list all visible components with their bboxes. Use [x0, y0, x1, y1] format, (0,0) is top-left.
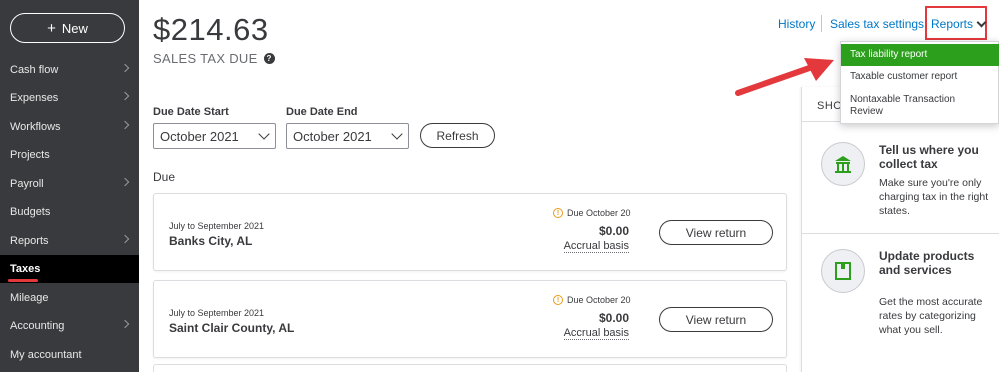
agency-name: Banks City, AL [169, 234, 253, 248]
period-text: July to September 2021 [169, 221, 265, 231]
menu-item-nontaxable-transaction-review[interactable]: Nontaxable Transaction Review [841, 94, 961, 118]
tax-return-card: July to September 2021 Banks City, AL ! … [153, 193, 787, 271]
new-button-label: New [61, 20, 88, 36]
chevron-right-icon [120, 63, 130, 73]
due-date-text: Due October 20 [567, 295, 631, 305]
tip-title[interactable]: Update products and services [879, 249, 989, 277]
sidebar-item-mileage[interactable]: Mileage [0, 284, 139, 312]
due-date-end-label: Due Date End [286, 106, 358, 118]
view-return-button[interactable]: View return [659, 307, 773, 332]
due-date-end-select[interactable]: October 2021 [286, 123, 409, 149]
agency-name: Saint Clair County, AL [169, 321, 295, 335]
sidebar-item-payroll[interactable]: Payroll [0, 170, 139, 198]
due-date-start-label: Due Date Start [153, 106, 229, 118]
product-box-icon [821, 249, 865, 293]
chevron-right-icon [120, 120, 130, 130]
menu-item-tax-liability-report[interactable]: Tax liability report [841, 44, 999, 66]
new-button[interactable]: + New [10, 13, 125, 43]
due-date-end-value: October 2021 [293, 128, 372, 144]
tax-amount: $0.00 [598, 224, 629, 238]
reports-dropdown-menu: Tax liability report Taxable customer re… [840, 41, 999, 124]
sidebar-item-label: My accountant [10, 349, 82, 361]
tip-title[interactable]: Tell us where you collect tax [879, 143, 989, 171]
due-date-start-value: October 2021 [160, 128, 239, 144]
tax-amount: $0.00 [598, 311, 629, 325]
chevron-down-icon [976, 17, 987, 27]
sidebar-item-expenses[interactable]: Expenses [0, 84, 139, 112]
sidebar-item-my-accountant[interactable]: My accountant [0, 341, 139, 369]
sales-tax-amount: $214.63 [153, 12, 269, 47]
question-circle-icon[interactable]: ? [263, 53, 275, 64]
sidebar-item-label: Projects [10, 149, 50, 161]
history-link[interactable]: History [778, 17, 815, 31]
sidebar-item-label: Expenses [10, 92, 59, 104]
sales-tax-settings-link[interactable]: Sales tax settings [830, 17, 924, 31]
clock-warning-icon: ! [553, 295, 563, 305]
accounting-basis[interactable]: Accrual basis [563, 327, 629, 340]
sidebar-item-budgets[interactable]: Budgets [0, 198, 139, 226]
accounting-basis[interactable]: Accrual basis [563, 240, 629, 253]
period-text: July to September 2021 [169, 308, 265, 318]
tax-return-card: July to September 2021 Saint Clair Count… [153, 280, 787, 358]
sidebar-item-label: Payroll [10, 178, 44, 190]
building-icon [821, 142, 865, 186]
chevron-down-icon [258, 128, 270, 140]
due-section-label: Due [153, 170, 176, 184]
annotation-arrow-icon [735, 58, 834, 96]
chevron-right-icon [120, 177, 130, 187]
sidebar-item-label: Budgets [10, 206, 51, 218]
due-date: ! Due October 20 [553, 208, 631, 218]
chevron-right-icon [120, 91, 130, 101]
sidebar-item-reports[interactable]: Reports [0, 227, 139, 255]
sales-tax-due-label: SALES TAX DUE ? [153, 51, 275, 66]
reports-dropdown-toggle[interactable]: Reports [931, 17, 987, 31]
reports-label: Reports [931, 17, 974, 31]
due-label-text: SALES TAX DUE [153, 51, 258, 66]
sidebar-item-accounting[interactable]: Accounting [0, 312, 139, 340]
due-date: ! Due October 20 [553, 295, 631, 305]
link-divider [821, 15, 822, 32]
sidebar-item-label: Taxes [10, 263, 41, 275]
sidebar-item-projects[interactable]: Projects [0, 141, 139, 169]
tips-panel-header: SHO [817, 100, 843, 112]
clock-warning-icon: ! [553, 208, 563, 218]
plus-icon: + [47, 19, 56, 37]
sidebar-item-label: Reports [10, 235, 49, 247]
active-indicator [8, 279, 38, 282]
sidebar-item-label: Accounting [10, 320, 65, 332]
due-date-text: Due October 20 [567, 208, 631, 218]
tip-text: Make sure you're only charging tax in th… [879, 177, 989, 217]
sidebar-item-label: Mileage [10, 292, 49, 304]
sidebar-item-workflows[interactable]: Workflows [0, 113, 139, 141]
due-date-start-select[interactable]: October 2021 [153, 123, 276, 149]
chevron-right-icon [120, 234, 130, 244]
menu-item-taxable-customer-report[interactable]: Taxable customer report [841, 71, 999, 83]
tip-text: Get the most accurate rates by categoriz… [879, 296, 983, 336]
chevron-down-icon [391, 128, 403, 140]
tips-panel: SHO Tell us where you collect tax Make s… [801, 87, 999, 372]
view-return-button[interactable]: View return [659, 220, 773, 245]
divider [802, 233, 999, 234]
tax-return-card-partial [153, 364, 787, 372]
sidebar-item-label: Workflows [10, 121, 61, 133]
refresh-button[interactable]: Refresh [420, 123, 495, 148]
sidebar-item-cash-flow[interactable]: Cash flow [0, 56, 139, 84]
sidebar: + New Cash flow Expenses Workflows Proje… [0, 0, 139, 372]
sidebar-item-label: Cash flow [10, 64, 59, 76]
chevron-right-icon [120, 319, 130, 329]
